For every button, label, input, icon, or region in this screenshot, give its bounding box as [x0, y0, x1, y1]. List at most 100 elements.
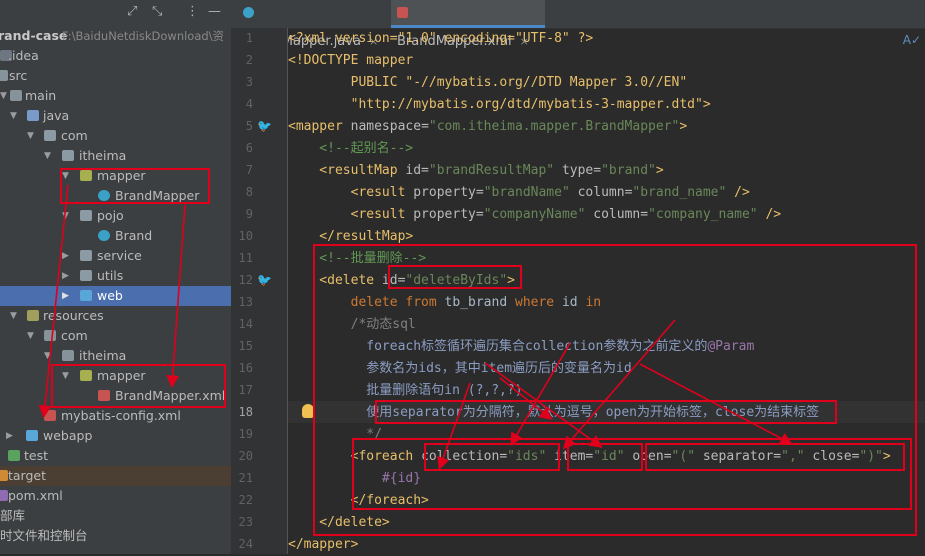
tree-item-brand[interactable]: Brand: [0, 226, 231, 246]
chevron-down-icon[interactable]: ▼: [62, 206, 69, 226]
package-icon: [80, 290, 92, 301]
line-number: 15: [238, 339, 253, 353]
tree-item-external-libraries[interactable]: 部库: [0, 506, 231, 526]
tree-item-label: resources: [43, 308, 104, 323]
package-icon: [80, 270, 92, 281]
line-number: 12: [238, 273, 253, 287]
line-number: 18: [238, 405, 253, 419]
annotation-box-open-separator-close: [645, 443, 905, 471]
tree-item-project-root[interactable]: rand-case F:\BaiduNetdiskDownload\资: [0, 26, 231, 46]
chevron-down-icon[interactable]: ▼: [44, 346, 51, 366]
tree-item-idea[interactable]: ▶ .idea: [0, 46, 231, 66]
line-number: 5: [245, 119, 253, 133]
chevron-right-icon[interactable]: ▶: [6, 426, 13, 446]
chevron-down-icon[interactable]: ▼: [44, 146, 51, 166]
hide-icon[interactable]: —: [208, 4, 221, 19]
tree-item-resources[interactable]: ▼ resources: [0, 306, 231, 326]
line-number: 16: [238, 361, 253, 375]
tree-item-label: target: [8, 468, 47, 483]
tree-item-web[interactable]: ▶ web: [0, 286, 231, 306]
tree-item-label: Brand: [115, 228, 153, 243]
line-number: 3: [245, 75, 253, 89]
tree-item-label: web: [97, 288, 123, 303]
code-line-7: <resultMap id="brandResultMap" type="bra…: [288, 163, 664, 178]
tree-item-label: pom.xml: [8, 488, 63, 503]
tree-item-test[interactable]: test: [0, 446, 231, 466]
tree-item-webapp[interactable]: ▶ webapp: [0, 426, 231, 446]
source-folder-icon: [27, 110, 39, 121]
tree-item-pojo[interactable]: ▼ pojo: [0, 206, 231, 226]
folder-icon: [0, 70, 8, 81]
line-number: 17: [238, 383, 253, 397]
tree-item-com[interactable]: ▼ com: [0, 126, 231, 146]
tree-item-label: com: [61, 328, 88, 343]
tree-item-mybatis-config[interactable]: mybatis-config.xml: [0, 406, 231, 426]
chevron-right-icon[interactable]: ▶: [62, 246, 69, 266]
tree-item-label: itheima: [79, 348, 127, 363]
line-number: 23: [238, 515, 253, 529]
chevron-down-icon[interactable]: ▼: [10, 306, 17, 326]
tree-item-com[interactable]: ▼ com: [0, 326, 231, 346]
line-number: 20: [238, 449, 253, 463]
chevron-down-icon[interactable]: ▼: [10, 106, 17, 126]
tree-item-main[interactable]: ▼ main: [0, 86, 231, 106]
tree-item-label: rand-case: [0, 28, 68, 43]
expand-icon[interactable]: ⤢: [127, 4, 137, 19]
tree-item-target[interactable]: target: [0, 466, 231, 486]
tree-item-service[interactable]: ▶ service: [0, 246, 231, 266]
tab-brandmapper-java[interactable]: BrandMapper.java ×: [237, 0, 391, 49]
annotation-box-collection: [424, 443, 560, 471]
more-icon[interactable]: ⋮: [186, 4, 199, 19]
excluded-folder-icon: [0, 470, 8, 481]
line-number: 8: [245, 185, 253, 199]
project-path: F:\BaiduNetdiskDownload\资: [62, 29, 225, 43]
tree-item-pom[interactable]: pom.xml: [0, 486, 231, 506]
chevron-down-icon[interactable]: ▼: [27, 126, 34, 146]
test-folder-icon: [8, 450, 20, 461]
tree-item-utils[interactable]: ▶ utils: [0, 266, 231, 286]
line-number: 6: [245, 141, 253, 155]
mybatis-icon[interactable]: 🐦: [257, 119, 272, 133]
tree-item-scratches[interactable]: 时文件和控制台: [0, 526, 231, 546]
chevron-right-icon[interactable]: ▶: [62, 286, 69, 306]
code-line-5: <mapper namespace="com.itheima.mapper.Br…: [288, 119, 688, 134]
line-number: 19: [238, 427, 253, 441]
tree-item-label: com: [61, 128, 88, 143]
tree-item-label: src: [9, 68, 28, 83]
annotation-box-mapper-interface: [60, 168, 210, 204]
chevron-right-icon[interactable]: ▶: [62, 266, 69, 286]
annotation-box-item: [567, 443, 643, 471]
class-icon: [98, 230, 110, 241]
chevron-down-icon[interactable]: ▼: [27, 326, 34, 346]
line-number: 22: [238, 493, 253, 507]
chevron-down-icon[interactable]: ▼: [0, 86, 7, 106]
maven-icon: [0, 490, 8, 501]
line-number: 4: [245, 97, 253, 111]
line-number: 14: [238, 317, 253, 331]
tree-item-label: test: [24, 448, 49, 463]
tree-item-label: main: [25, 88, 57, 103]
web-folder-icon: [26, 430, 38, 441]
line-number: 10: [238, 229, 253, 243]
collapse-icon[interactable]: ⤡: [152, 4, 162, 19]
line-number: 1: [245, 31, 253, 45]
tab-brandmapper-xml[interactable]: BrandMapper.xml ×: [391, 0, 545, 49]
code-line-24: </mapper>: [288, 537, 359, 552]
tree-item-src[interactable]: src: [0, 66, 231, 86]
code-line-2: <!DOCTYPE mapper: [288, 53, 414, 68]
code-line-1: <?xml version="1.0" encoding="UTF-8" ?>: [288, 31, 594, 46]
annotation-box-delete-id: [388, 265, 522, 289]
tree-item-java[interactable]: ▼ java: [0, 106, 231, 126]
tree-item-label: java: [43, 108, 70, 123]
resources-folder-icon: [27, 310, 39, 321]
code-line-3: PUBLIC "-//mybatis.org//DTD Mapper 3.0//…: [288, 75, 688, 90]
line-number: 9: [245, 207, 253, 221]
editor-tabs: BrandMapper.java × BrandMapper.xml ×: [231, 0, 925, 49]
package-icon: [80, 250, 92, 261]
code-line-8: <result property="brandName" column="bra…: [288, 185, 750, 200]
line-number: 21: [238, 471, 253, 485]
tree-item-itheima[interactable]: ▼ itheima: [0, 346, 231, 366]
tree-item-itheima[interactable]: ▼ itheima: [0, 146, 231, 166]
mybatis-icon[interactable]: 🐦: [257, 273, 272, 287]
annotation-box-comment: [375, 400, 837, 424]
